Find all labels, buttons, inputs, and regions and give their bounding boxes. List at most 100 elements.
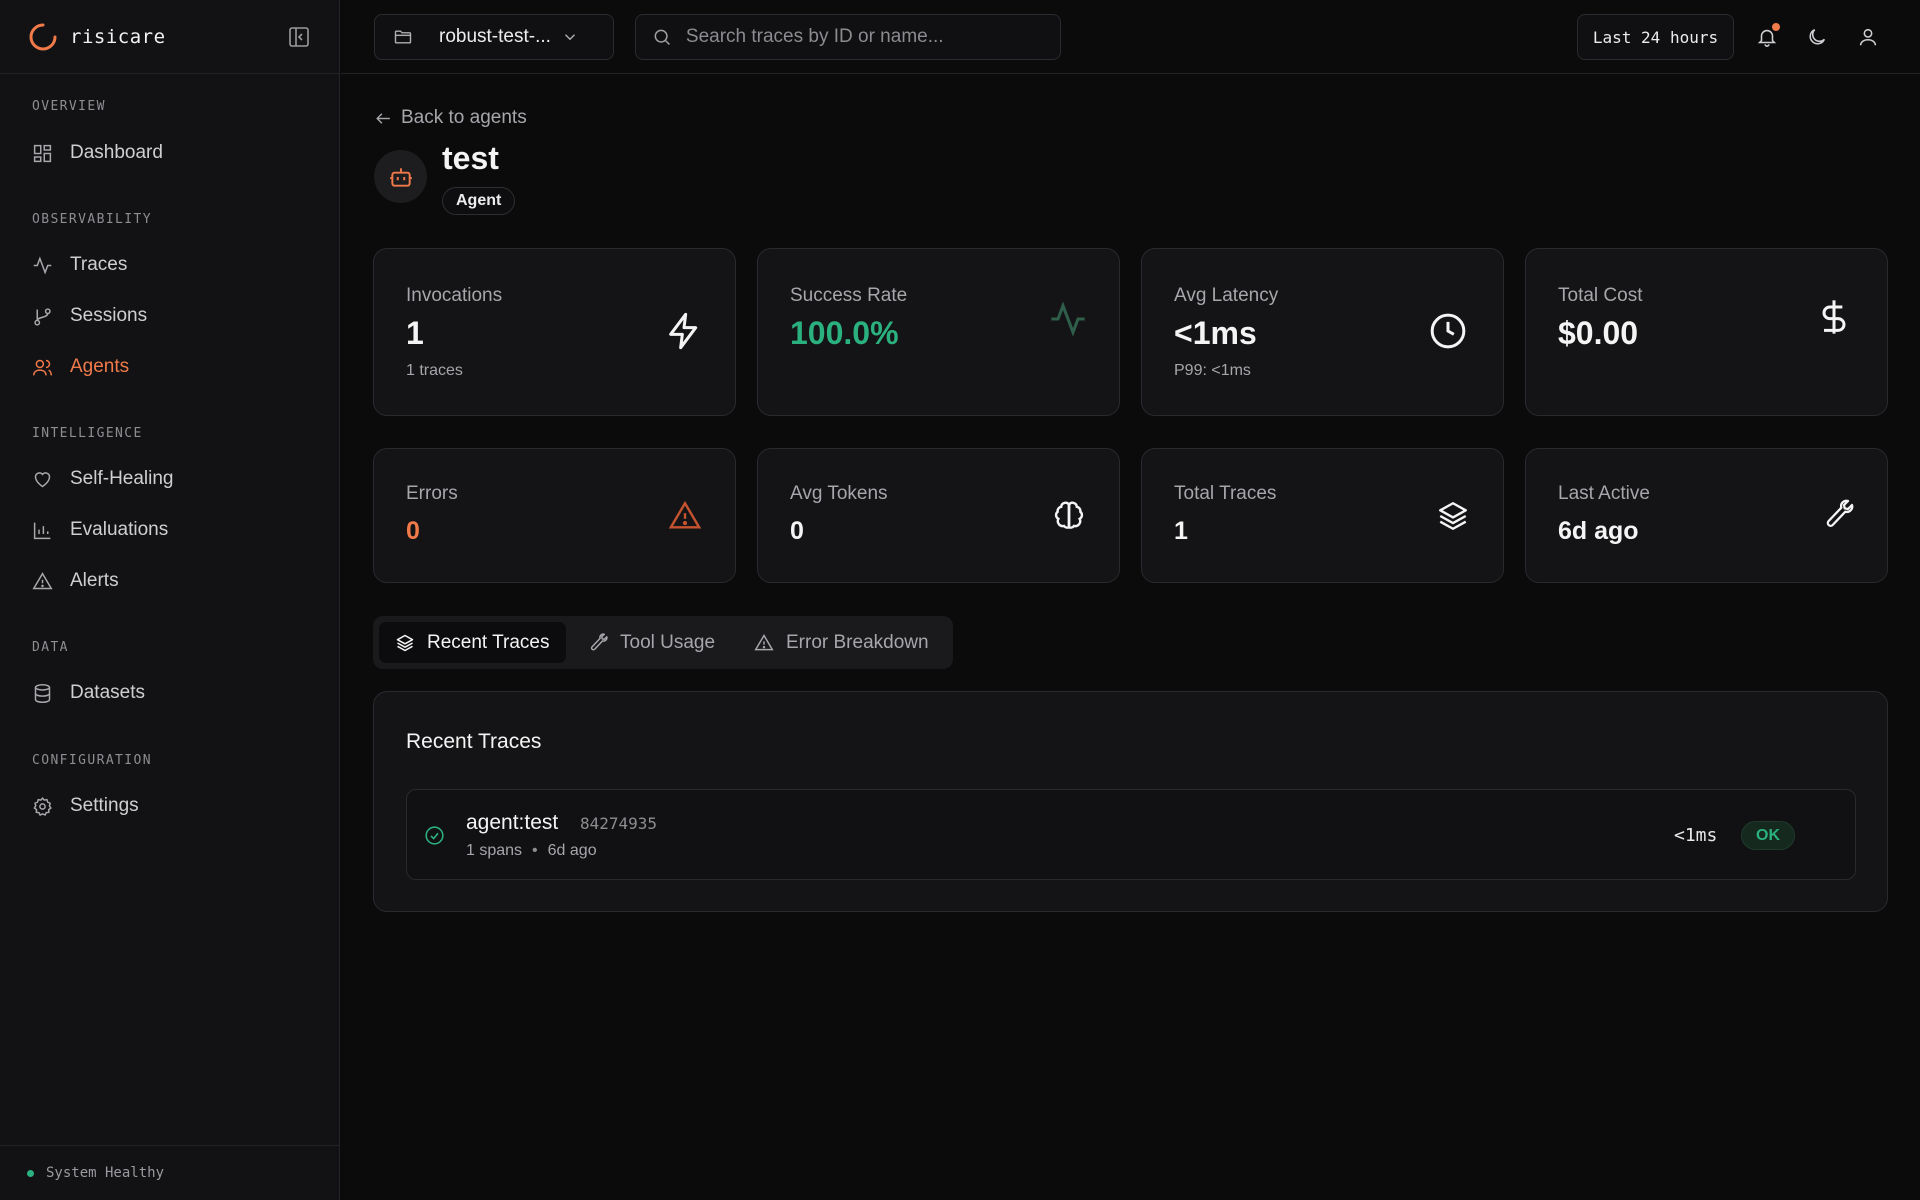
- stat-value: 1: [1174, 517, 1188, 545]
- sidebar-item-agents[interactable]: Agents: [32, 350, 129, 384]
- stat-card-last-active: Last Active 6d ago: [1525, 448, 1888, 583]
- trace-id: 84274935: [580, 814, 658, 833]
- trace-row[interactable]: agent:test 84274935 1 spans • 6d ago <1m…: [406, 789, 1856, 880]
- sidebar-item-label: Sessions: [70, 305, 148, 326]
- trace-name: agent:test: [466, 811, 559, 834]
- sidebar-item-label: Dashboard: [70, 142, 163, 163]
- back-link-label: Back to agents: [401, 107, 527, 128]
- top-bar: robust-test-... Last 24 hours: [341, 0, 1920, 74]
- notifications-button[interactable]: [1756, 23, 1780, 48]
- heart-icon: [34, 471, 51, 487]
- sidebar-item-sessions[interactable]: Sessions: [32, 299, 147, 333]
- stat-label: Total Traces: [1174, 483, 1277, 504]
- bot-icon: [389, 167, 412, 187]
- search-input[interactable]: [685, 26, 1044, 48]
- trace-meta: 1 spans • 6d ago: [466, 842, 597, 860]
- logo-icon: [29, 23, 57, 50]
- stat-card-success-rate: Success Rate 100.0%: [757, 248, 1120, 416]
- check-circle-icon: [425, 826, 444, 845]
- stat-label: Success Rate: [790, 285, 908, 306]
- stat-card-avg-tokens: Avg Tokens 0: [757, 448, 1120, 583]
- section-label-intelligence: INTELLIGENCE: [32, 426, 143, 441]
- sidebar-item-label: Traces: [70, 254, 128, 275]
- sidebar-item-evaluations[interactable]: Evaluations: [32, 513, 168, 547]
- wrench-icon: [1826, 499, 1854, 527]
- activity-icon: [1051, 301, 1085, 337]
- tab-label: Error Breakdown: [786, 631, 929, 653]
- system-status: System Healthy: [0, 1145, 340, 1200]
- stat-label: Total Cost: [1558, 285, 1643, 306]
- activity-icon: [33, 255, 52, 275]
- sidebar-item-label: Datasets: [70, 682, 145, 703]
- layers-icon: [396, 634, 414, 651]
- stat-value: $0.00: [1558, 315, 1639, 351]
- detail-tabs: Recent Traces Tool Usage Error Breakdown: [373, 616, 953, 669]
- stat-card-invocations: Invocations 1 1 traces: [373, 248, 736, 416]
- separator-dot: •: [532, 842, 538, 859]
- project-selector[interactable]: robust-test-...: [374, 14, 614, 60]
- stat-card-total-traces: Total Traces 1: [1141, 448, 1504, 583]
- tab-label: Tool Usage: [620, 631, 716, 653]
- stat-subtext: P99: <1ms: [1174, 362, 1251, 379]
- sidebar-item-datasets[interactable]: Datasets: [32, 676, 145, 710]
- time-range-button[interactable]: Last 24 hours: [1577, 14, 1734, 60]
- sidebar-item-traces[interactable]: Traces: [32, 248, 127, 282]
- agent-avatar: [374, 150, 427, 203]
- collapse-sidebar-icon[interactable]: [287, 25, 311, 49]
- sidebar-item-label: Settings: [70, 795, 139, 816]
- agent-type-badge: Agent: [442, 187, 516, 215]
- stat-card-total-cost: Total Cost $0.00: [1525, 248, 1888, 416]
- back-to-agents-link[interactable]: Back to agents: [374, 107, 527, 129]
- user-menu-button[interactable]: [1857, 26, 1879, 48]
- tab-recent-traces[interactable]: Recent Traces: [379, 622, 566, 663]
- layers-icon: [1439, 502, 1467, 530]
- moon-icon: [1809, 28, 1826, 45]
- sidebar-item-self-healing[interactable]: Self-Healing: [32, 462, 174, 496]
- stat-label: Errors: [406, 483, 458, 504]
- system-status-text: System Healthy: [46, 1165, 165, 1181]
- sidebar-item-label: Self-Healing: [70, 468, 174, 489]
- tab-tool-usage[interactable]: Tool Usage: [572, 622, 731, 663]
- stat-subtext: 1 traces: [406, 362, 463, 379]
- panel-title: Recent Traces: [406, 730, 542, 753]
- trace-duration: <1ms: [1674, 825, 1718, 846]
- project-name: robust-test-...: [439, 26, 551, 47]
- trace-age: 6d ago: [547, 842, 597, 859]
- stat-value: <1ms: [1174, 315, 1257, 351]
- dashboard-icon: [33, 144, 52, 162]
- sidebar-header: risicare: [0, 0, 339, 74]
- sidebar-item-settings[interactable]: Settings: [32, 789, 139, 823]
- recent-traces-panel: Recent Traces agent:test 84274935 1 span…: [373, 691, 1888, 912]
- wrench-icon: [590, 632, 608, 650]
- dollar-icon: [1822, 300, 1846, 334]
- section-label-overview: OVERVIEW: [32, 99, 106, 114]
- theme-toggle-button[interactable]: [1806, 26, 1828, 48]
- users-icon: [33, 359, 52, 375]
- trace-spans: 1 spans: [466, 842, 523, 859]
- chevron-down-icon: [564, 34, 575, 41]
- stat-label: Last Active: [1558, 483, 1650, 504]
- stat-value: 1: [406, 315, 424, 351]
- sidebar-item-dashboard[interactable]: Dashboard: [32, 136, 163, 170]
- sidebar-item-label: Alerts: [70, 570, 119, 591]
- brain-icon: [1054, 501, 1084, 529]
- search-bar: [635, 14, 1061, 60]
- warning-icon: [32, 571, 53, 589]
- stat-card-avg-latency: Avg Latency <1ms P99: <1ms: [1141, 248, 1504, 416]
- clock-icon: [1430, 313, 1466, 349]
- stat-value: 6d ago: [1558, 517, 1639, 545]
- bar-chart-icon: [33, 522, 51, 539]
- sidebar: risicare OVERVIEW Dashboard OBSERVABILIT…: [0, 0, 340, 1200]
- stat-label: Invocations: [406, 285, 503, 306]
- folder-icon: [394, 30, 412, 44]
- sidebar-item-alerts[interactable]: Alerts: [32, 564, 119, 598]
- stat-label: Avg Tokens: [790, 483, 888, 504]
- warning-icon: [668, 500, 702, 529]
- warning-icon: [754, 633, 774, 650]
- status-dot: [27, 1169, 34, 1177]
- sidebar-item-label: Agents: [70, 356, 130, 377]
- user-icon: [1859, 28, 1877, 46]
- tab-error-breakdown[interactable]: Error Breakdown: [738, 622, 945, 663]
- arrow-left-icon: [376, 112, 390, 124]
- page-title: test: [442, 140, 499, 176]
